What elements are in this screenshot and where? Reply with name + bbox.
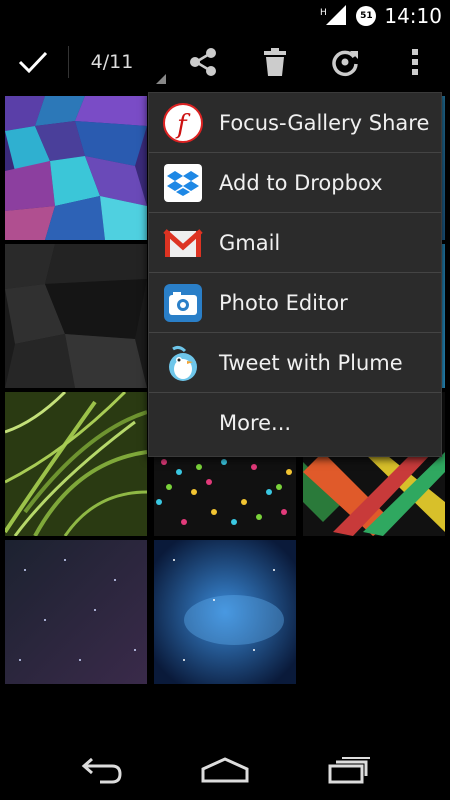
share-button[interactable] <box>180 32 226 92</box>
dropdown-indicator <box>156 74 166 84</box>
back-button[interactable] <box>70 748 130 792</box>
thumbnail-green-grass[interactable] <box>5 392 147 536</box>
dropbox-icon <box>163 163 203 203</box>
focus-gallery-icon: f <box>163 103 203 143</box>
menu-item-label: More... <box>219 411 292 435</box>
back-icon <box>81 757 122 784</box>
home-icon <box>201 757 249 783</box>
delete-button[interactable] <box>252 32 298 92</box>
menu-item-add-to-dropbox[interactable]: Add to Dropbox <box>149 153 441 213</box>
navigation-bar <box>0 740 450 800</box>
menu-item-label: Gmail <box>219 231 281 255</box>
clock: 14:10 <box>384 4 442 28</box>
share-icon <box>190 48 216 76</box>
rotate-button[interactable] <box>322 32 368 92</box>
plume-icon <box>163 343 203 383</box>
recents-icon <box>328 757 370 784</box>
menu-item-label: Tweet with Plume <box>219 351 403 375</box>
home-button[interactable] <box>195 748 255 792</box>
thumbnail-dark-cubes[interactable] <box>5 244 147 388</box>
divider <box>68 46 69 78</box>
menu-item-more[interactable]: More... <box>149 393 441 453</box>
svg-text:H: H <box>320 8 327 18</box>
photo-editor-icon <box>163 283 203 323</box>
notification-badge: 51 <box>356 6 377 26</box>
overflow-menu-button[interactable] <box>392 32 438 92</box>
trash-icon <box>264 48 286 76</box>
share-menu: f Focus-Gallery Share Add to Dropbox Gma… <box>148 92 442 457</box>
menu-item-gmail[interactable]: Gmail <box>149 213 441 273</box>
menu-item-label: Photo Editor <box>219 291 348 315</box>
done-button[interactable] <box>10 32 56 92</box>
menu-item-focus-gallery-share[interactable]: f Focus-Gallery Share <box>149 93 441 153</box>
thumbnail-night-sky-purple[interactable] <box>5 540 147 684</box>
rotate-icon <box>332 50 358 77</box>
signal-icon: H <box>320 5 348 27</box>
menu-item-photo-editor[interactable]: Photo Editor <box>149 273 441 333</box>
check-icon <box>18 51 48 74</box>
menu-item-tweet-with-plume[interactable]: Tweet with Plume <box>149 333 441 393</box>
recents-button[interactable] <box>320 748 380 792</box>
selection-counter: 4/11 <box>90 51 134 73</box>
menu-item-label: Add to Dropbox <box>219 171 383 195</box>
overflow-menu-icon <box>412 49 418 75</box>
gmail-icon <box>163 223 203 263</box>
thumbnail-cubes-colorful[interactable] <box>5 96 147 240</box>
status-bar: H 51 14:10 <box>0 0 450 32</box>
thumbnail-blue-nebula[interactable] <box>154 540 296 684</box>
menu-item-label: Focus-Gallery Share <box>219 111 430 135</box>
action-bar: 4/11 <box>0 32 450 92</box>
